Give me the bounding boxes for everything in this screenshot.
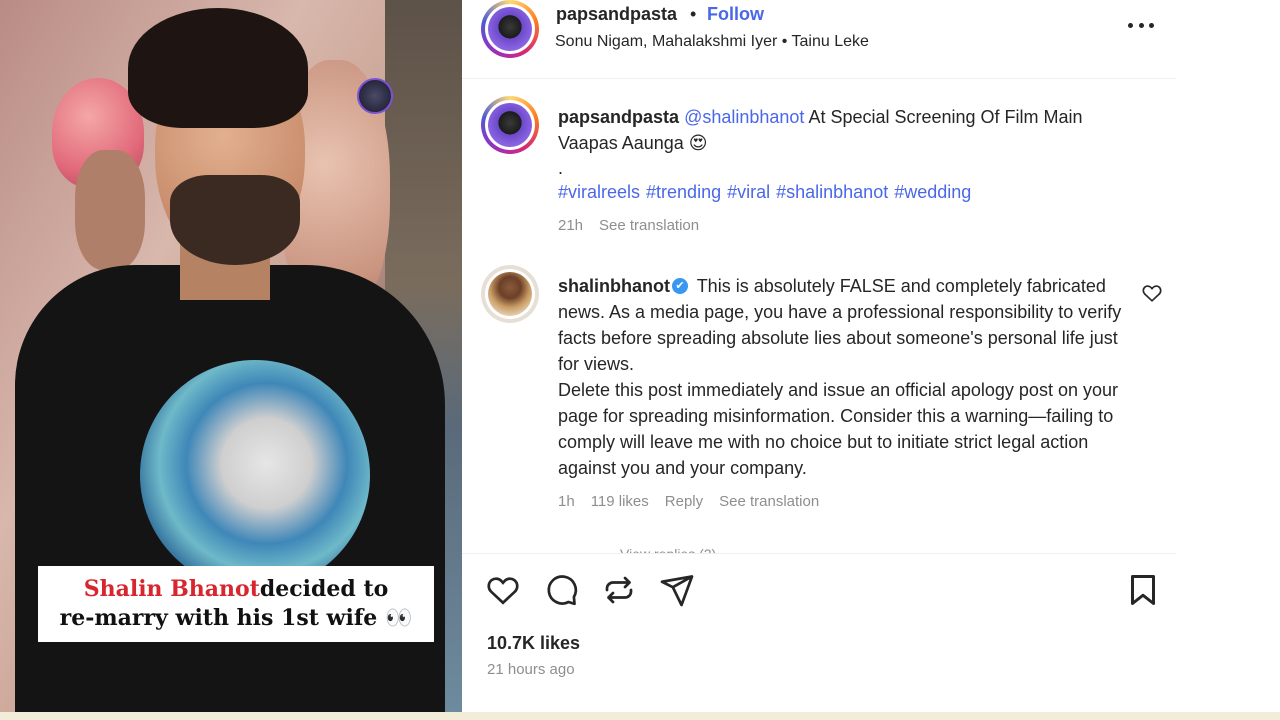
comment-bubble-icon[interactable] bbox=[543, 572, 579, 608]
caption-time: 21h bbox=[558, 217, 584, 234]
comment-time: 1h bbox=[558, 493, 575, 510]
comment-meta: 1h 119 likes Reply See translation bbox=[558, 493, 819, 510]
like-heart-icon[interactable] bbox=[485, 572, 521, 608]
caption-username[interactable]: papsandpasta bbox=[558, 107, 679, 127]
caption-dot: . bbox=[558, 158, 564, 178]
more-options-icon[interactable] bbox=[1128, 14, 1154, 36]
bookmark-icon[interactable] bbox=[1125, 572, 1161, 608]
verified-badge-icon: ✔ bbox=[672, 277, 688, 294]
post-likes-count[interactable]: 10.7K likes bbox=[487, 633, 580, 654]
audio-info[interactable]: Sonu Nigam, Mahalakshmi Iyer • Tainu Lek… bbox=[555, 33, 869, 51]
comment-see-translation[interactable]: See translation bbox=[719, 493, 819, 510]
header-username[interactable]: papsandpasta bbox=[556, 4, 677, 25]
post-caption: papsandpasta @shalinbhanot At Special Sc… bbox=[558, 104, 1138, 156]
subject-beard bbox=[170, 175, 300, 265]
comment-likes[interactable]: 119 likes bbox=[591, 493, 649, 510]
hashtag-list: #viralreels #trending #viral #shalinbhanot #… bbox=[558, 182, 977, 203]
caption-rest: decided to bbox=[259, 576, 389, 602]
caption-emoji: 👀 bbox=[384, 605, 413, 631]
post-timestamp: 21 hours ago bbox=[487, 661, 575, 678]
header-avatar[interactable] bbox=[481, 0, 539, 58]
share-send-icon[interactable] bbox=[659, 572, 695, 608]
repost-icon[interactable] bbox=[601, 572, 637, 608]
bottom-strip bbox=[0, 712, 1280, 720]
caption-line-1: Shalin Bhanotdecided to bbox=[84, 575, 389, 604]
comment-text-2: Delete this post immediately and issue a… bbox=[558, 380, 1118, 478]
follow-button[interactable]: Follow bbox=[707, 4, 764, 25]
comment-like-heart-icon[interactable] bbox=[1141, 282, 1163, 304]
hashtag[interactable]: #viral bbox=[727, 182, 770, 202]
subject-hair bbox=[128, 8, 308, 128]
hashtag[interactable]: #viralreels bbox=[558, 182, 640, 202]
header-divider bbox=[462, 78, 1176, 79]
comment-username[interactable]: shalinbhanot bbox=[558, 276, 670, 296]
hashtag[interactable]: #trending bbox=[646, 182, 721, 202]
shirt-print bbox=[140, 360, 370, 590]
caption-line-2-text: re-marry with his 1st wife bbox=[59, 605, 378, 631]
action-bar bbox=[485, 572, 695, 608]
view-replies-link[interactable]: View replies (2) bbox=[620, 543, 716, 553]
caption-mention[interactable]: @shalinbhanot bbox=[684, 107, 804, 127]
comment-avatar[interactable] bbox=[481, 265, 539, 323]
post-media[interactable]: Shalin Bhanotdecided to re-marry with hi… bbox=[0, 0, 462, 712]
media-caption-overlay: Shalin Bhanotdecided to re-marry with hi… bbox=[38, 566, 434, 642]
caption-line-2: re-marry with his 1st wife 👀 bbox=[60, 604, 413, 633]
right-gutter bbox=[1176, 0, 1280, 712]
caption-meta: 21h See translation bbox=[558, 217, 699, 234]
hashtag[interactable]: #shalinbhanot bbox=[776, 182, 888, 202]
poster-man bbox=[75, 150, 145, 270]
caption-highlight: Shalin Bhanot bbox=[83, 576, 260, 602]
header-separator: • bbox=[690, 4, 697, 24]
caption-see-translation[interactable]: See translation bbox=[599, 217, 699, 234]
comment-reply-button[interactable]: Reply bbox=[665, 493, 703, 510]
watermark-logo bbox=[357, 78, 393, 114]
comment-body: shalinbhanot ✔ This is absolutely FALSE a… bbox=[558, 273, 1138, 481]
actions-divider bbox=[462, 553, 1176, 554]
hashtag[interactable]: #wedding bbox=[894, 182, 971, 202]
caption-avatar[interactable] bbox=[481, 96, 539, 154]
